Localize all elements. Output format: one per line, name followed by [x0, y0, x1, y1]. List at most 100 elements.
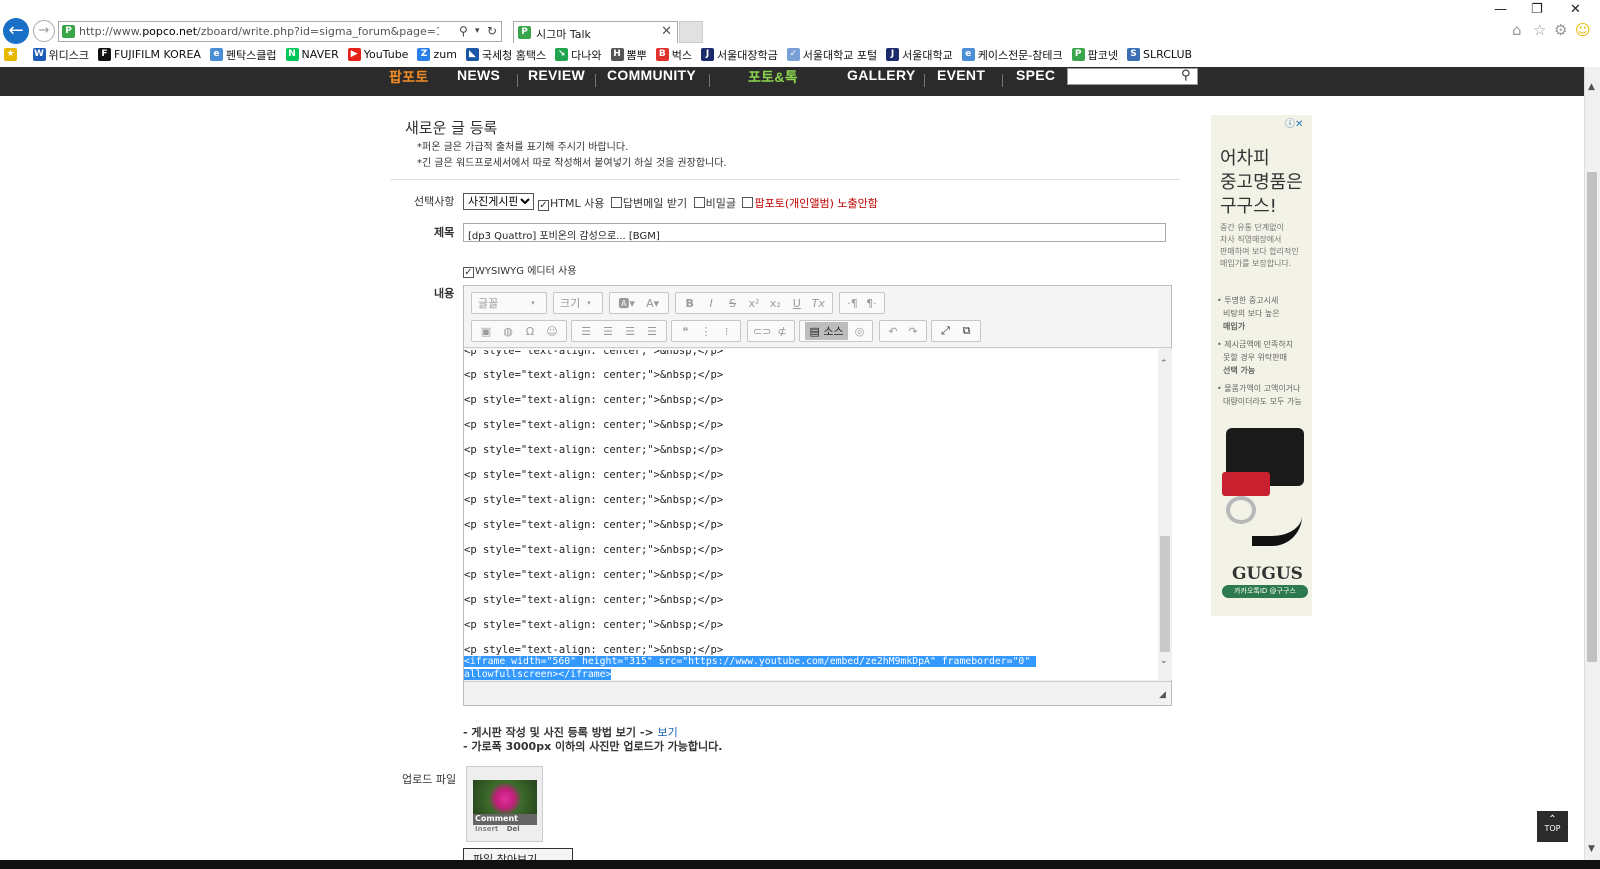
back-to-top-button[interactable]: ⌃ TOP [1537, 811, 1568, 842]
strikethrough-icon[interactable]: S [726, 297, 740, 310]
superscript-icon[interactable]: x² [747, 297, 761, 310]
search-icon[interactable]: ⚲ [459, 24, 468, 38]
nav-item-gallery[interactable]: GALLERY [847, 67, 915, 83]
font-size-select[interactable]: 크기 ▾ [553, 292, 603, 314]
editor-scroll-up-icon[interactable]: ⌃ [1160, 359, 1168, 369]
favorite-site-icon: e [209, 48, 223, 61]
font-family-select[interactable]: 글꼴 ▾ [471, 292, 547, 314]
favorite-item[interactable]: J 서울대장학금 [701, 47, 778, 63]
scroll-down-icon[interactable]: ▼ [1588, 844, 1595, 854]
nav-item-review[interactable]: REVIEW [528, 67, 585, 83]
new-tab-button[interactable] [679, 21, 703, 43]
close-window-icon[interactable]: ✕ [1570, 2, 1581, 17]
blockquote-icon[interactable]: ❝ [678, 325, 692, 338]
favorite-item[interactable]: ▶ YouTube [347, 48, 408, 61]
bullet-list-icon[interactable]: ⁝ [720, 325, 734, 338]
favorite-item[interactable]: H 뽐뿌 [610, 47, 647, 63]
favorite-item[interactable]: Zzum [417, 48, 457, 61]
image-icon[interactable]: ▣ [479, 325, 493, 338]
resize-handle-icon[interactable]: ◢ [1159, 690, 1166, 700]
link-icon[interactable]: ⊂⊃ [753, 325, 771, 338]
subscript-icon[interactable]: x₂ [768, 297, 782, 310]
nav-item-news[interactable]: NEWS [457, 67, 500, 83]
nav-item-phototalk[interactable]: 포토&톡 [748, 67, 798, 87]
favorite-item[interactable]: ↘ 다나와 [555, 47, 602, 63]
remove-format-icon[interactable]: Tx [811, 297, 825, 310]
background-color-icon[interactable]: 🅰▾ [618, 295, 635, 311]
site-search-input[interactable] [1067, 68, 1198, 85]
align-justify-icon[interactable]: ☰ [645, 325, 659, 338]
favorite-item[interactable]: e 케이스전문-참테크 [961, 47, 1063, 63]
favorites-add-icon[interactable]: ★ [4, 48, 20, 61]
delete-button[interactable]: Del [507, 825, 520, 833]
page-scrollbar-thumb[interactable] [1587, 172, 1597, 662]
reply-mail-checkbox[interactable] [610, 197, 622, 208]
bold-icon[interactable]: B [683, 297, 697, 310]
nav-separator [517, 74, 518, 87]
favorite-item[interactable]: B 벅스 [655, 47, 692, 63]
scroll-up-icon[interactable]: ▲ [1588, 82, 1595, 92]
align-left-icon[interactable]: ☰ [579, 325, 593, 338]
unlink-icon[interactable]: ⊄ [775, 325, 789, 338]
forward-button[interactable]: → [33, 20, 55, 42]
site-nav: 팝포토 NEWS REVIEW COMMUNITY 포토&톡 GALLERY E… [0, 67, 1584, 96]
favorite-item[interactable]: ✓ 서울대학교 포털 [786, 47, 877, 63]
favorite-item-label: 케이스전문-참테크 [977, 48, 1063, 62]
text-color-icon[interactable]: A▾ [646, 297, 660, 310]
globe-icon[interactable]: ◎ [853, 325, 867, 338]
dropdown-icon[interactable]: ▾ [475, 26, 480, 36]
undo-icon[interactable]: ↶ [886, 325, 900, 338]
ad-info-icon[interactable]: ⓘ✕ [1285, 115, 1303, 130]
code-line: <p style="text-align: center;">&nbsp;</p… [464, 419, 724, 431]
favorite-item[interactable]: J 서울대학교 [886, 47, 953, 63]
nav-item-popphoto[interactable]: 팝포토 [389, 67, 429, 87]
favorite-item[interactable]: W 위디스크 [32, 47, 89, 63]
preview-icon[interactable]: ⧉ [960, 324, 974, 338]
html-checkbox[interactable]: ✓ [538, 200, 549, 211]
favorite-item-label: 다나와 [571, 48, 602, 62]
search-icon[interactable]: ⚲ [1181, 68, 1191, 83]
close-tab-icon[interactable]: ✕ [661, 24, 672, 39]
italic-icon[interactable]: I [704, 297, 718, 310]
minimize-icon[interactable]: — [1494, 2, 1507, 17]
restore-icon[interactable]: ❐ [1531, 2, 1543, 17]
align-right-icon[interactable]: ☰ [623, 325, 637, 338]
favorite-item[interactable]: P 팝코넷 [1071, 47, 1118, 63]
rtl-icon[interactable]: ¶· [865, 297, 879, 310]
flash-icon[interactable]: ◍ [501, 325, 515, 338]
settings-gear-icon[interactable]: ⚙ [1554, 21, 1567, 39]
favorite-item-label: 뽐뿌 [626, 48, 647, 62]
align-center-icon[interactable]: ☰ [601, 325, 615, 338]
nav-item-event[interactable]: EVENT [937, 67, 985, 83]
secret-checkbox[interactable] [693, 197, 705, 208]
category-select[interactable]: 사진게시판 [463, 193, 534, 210]
refresh-icon[interactable]: ↻ [487, 24, 497, 38]
emoticon-icon[interactable]: ☺ [545, 325, 559, 338]
title-input[interactable]: [dp3 Quattro] 포비온의 감성으로... [BGM] [463, 223, 1166, 242]
redo-icon[interactable]: ↷ [906, 325, 920, 338]
smiley-icon[interactable]: ☺ [1575, 21, 1591, 39]
favorite-item[interactable]: ◣ 국세청 홈택스 [465, 47, 546, 63]
home-icon[interactable]: ⌂ [1512, 21, 1522, 39]
underline-icon[interactable]: U [790, 297, 804, 310]
favorite-item[interactable]: N NAVER [285, 48, 339, 61]
ltr-icon[interactable]: ·¶ [846, 297, 860, 310]
popphoto-checkbox[interactable] [742, 197, 754, 208]
address-bar[interactable]: P http://www.popco.net/zboard/write.php?… [58, 21, 502, 42]
editor-scrollbar-thumb[interactable] [1160, 536, 1170, 652]
favorite-item[interactable]: e 펜탁스클럽 [209, 47, 277, 63]
favorite-item[interactable]: S SLRCLUB [1127, 48, 1192, 61]
back-button[interactable]: ← [3, 18, 29, 44]
favorites-star-icon[interactable]: ☆ [1533, 21, 1546, 39]
insert-button[interactable]: Insert [475, 825, 498, 833]
maximize-icon[interactable]: ⤢ [939, 324, 953, 338]
nav-item-community[interactable]: COMMUNITY [607, 67, 696, 83]
wysiwyg-checkbox[interactable]: ✓ [463, 267, 474, 278]
numbered-list-icon[interactable]: ⋮ [699, 325, 713, 338]
nav-item-spec[interactable]: SPEC [1016, 67, 1055, 83]
favorite-item[interactable]: F FUJIFILM KOREA [97, 48, 201, 61]
browser-tab[interactable]: P 시그마 Talk ✕ [513, 21, 678, 43]
source-button[interactable]: ▤ 소스 [805, 322, 848, 340]
editor-scroll-down-icon[interactable]: ⌄ [1160, 656, 1168, 666]
special-char-icon[interactable]: Ω [523, 325, 537, 338]
